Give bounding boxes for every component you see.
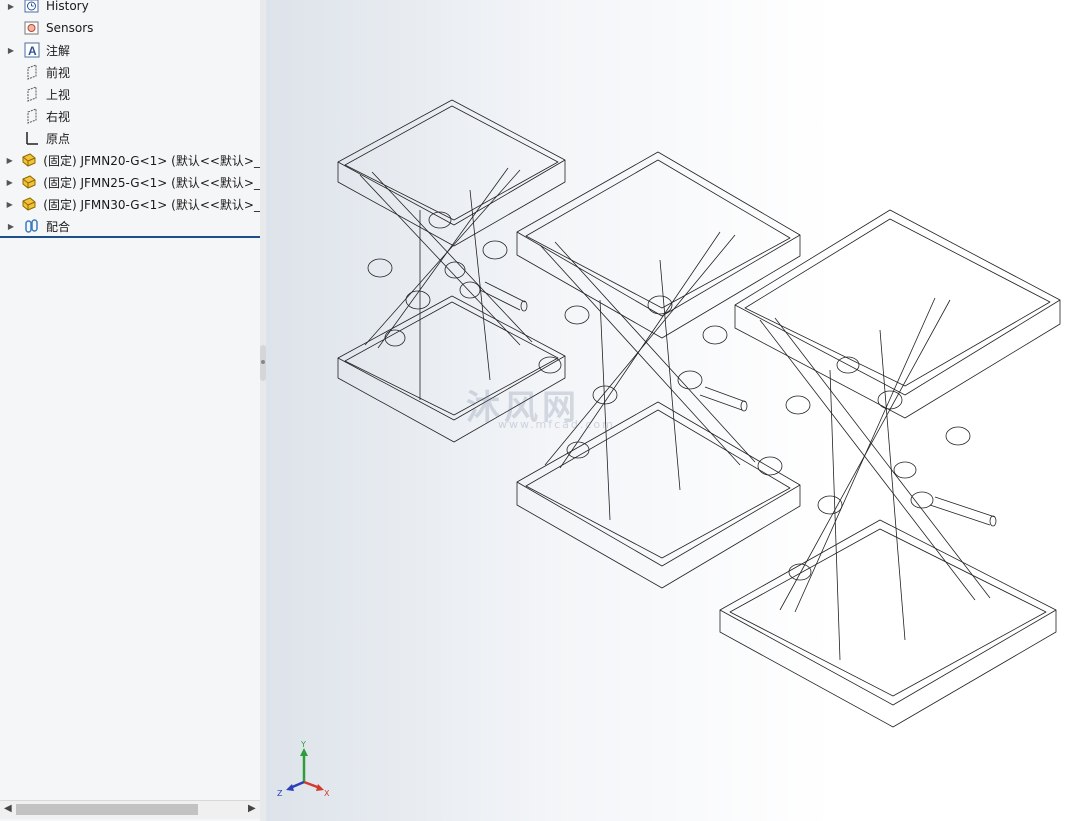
tree-item-label: History [46, 0, 89, 13]
plane-icon [24, 86, 40, 102]
part-icon [21, 196, 37, 212]
scroll-right-icon[interactable]: ▶ [248, 803, 256, 814]
wireframe-drawing [337, 99, 1061, 728]
lift-jfmn25 [516, 151, 801, 589]
expand-arrow-icon[interactable]: ▶ [6, 46, 16, 55]
svg-text:A: A [28, 44, 37, 58]
y-axis-arrowhead [300, 748, 308, 756]
origin-icon [24, 130, 40, 146]
mate-icon [24, 218, 40, 234]
tree-item-label: 配合 [46, 219, 71, 234]
expand-arrow-icon[interactable]: ▶ [6, 2, 16, 11]
tree-item-top-plane[interactable]: 上视 [0, 83, 260, 105]
rollback-bar[interactable] [0, 236, 260, 238]
tree-item-label: (固定) JFMN30-G<1> (默认<<默认>_ [43, 197, 260, 212]
tree-item-label: (固定) JFMN25-G<1> (默认<<默认>_ [43, 175, 260, 190]
tree-item-label: (固定) JFMN20-G<1> (默认<<默认>_ [43, 153, 260, 168]
annotation-icon: A [24, 42, 40, 58]
collapse-handle-icon[interactable] [261, 360, 265, 364]
tree-item-annotations[interactable]: ▶ A 注解 [0, 39, 260, 61]
watermark-url: www.mfcad.com [498, 418, 615, 431]
scroll-left-icon[interactable]: ◀ [4, 803, 12, 814]
sensor-icon [24, 20, 40, 36]
tree-item-mates[interactable]: ▶ 配合 [0, 215, 260, 237]
expand-arrow-icon[interactable]: ▶ [6, 222, 16, 231]
tree-item-label: 注解 [46, 43, 71, 58]
graphics-viewport[interactable]: 沐风网 www.mfcad.com Y X Z [266, 0, 1078, 821]
history-icon [24, 0, 40, 14]
x-axis-arrowhead [316, 784, 324, 791]
tree-item-sensors[interactable]: Sensors [0, 17, 260, 39]
y-axis-label: Y [300, 740, 306, 749]
tree-item-part-jfmn20[interactable]: ▶ (固定) JFMN20-G<1> (默认<<默认>_ [0, 149, 260, 171]
tree-item-label: 前视 [46, 65, 71, 80]
expand-arrow-icon[interactable]: ▶ [6, 200, 13, 209]
tree-item-part-jfmn30[interactable]: ▶ (固定) JFMN30-G<1> (默认<<默认>_ [0, 193, 260, 215]
feature-manager-tree: ▶ History Sensors ▶ A 注解 前视 上视 右视 原点 ▶ (… [0, 0, 262, 821]
expand-arrow-icon[interactable]: ▶ [6, 156, 13, 165]
expand-arrow-icon[interactable]: ▶ [6, 178, 13, 187]
view-orientation-triad[interactable]: Y X Z [274, 740, 344, 800]
z-axis-arrowhead [286, 784, 294, 791]
tree-item-origin[interactable]: 原点 [0, 127, 260, 149]
tree-item-label: 上视 [46, 87, 71, 102]
part-icon [21, 174, 37, 190]
scrollbar-thumb[interactable] [16, 804, 198, 815]
x-axis-label: X [324, 789, 330, 798]
tree-item-front-plane[interactable]: 前视 [0, 61, 260, 83]
tree-item-history[interactable]: ▶ History [0, 0, 260, 17]
plane-icon [24, 108, 40, 124]
tree-item-label: 原点 [46, 131, 71, 146]
plane-icon [24, 64, 40, 80]
part-icon [21, 152, 37, 168]
tree-item-label: 右视 [46, 109, 71, 124]
z-axis-label: Z [277, 789, 283, 798]
tree-item-part-jfmn25[interactable]: ▶ (固定) JFMN25-G<1> (默认<<默认>_ [0, 171, 260, 193]
tree-item-label: Sensors [46, 21, 94, 35]
tree-item-right-plane[interactable]: 右视 [0, 105, 260, 127]
horizontal-scrollbar[interactable]: ◀ ▶ [0, 800, 262, 819]
